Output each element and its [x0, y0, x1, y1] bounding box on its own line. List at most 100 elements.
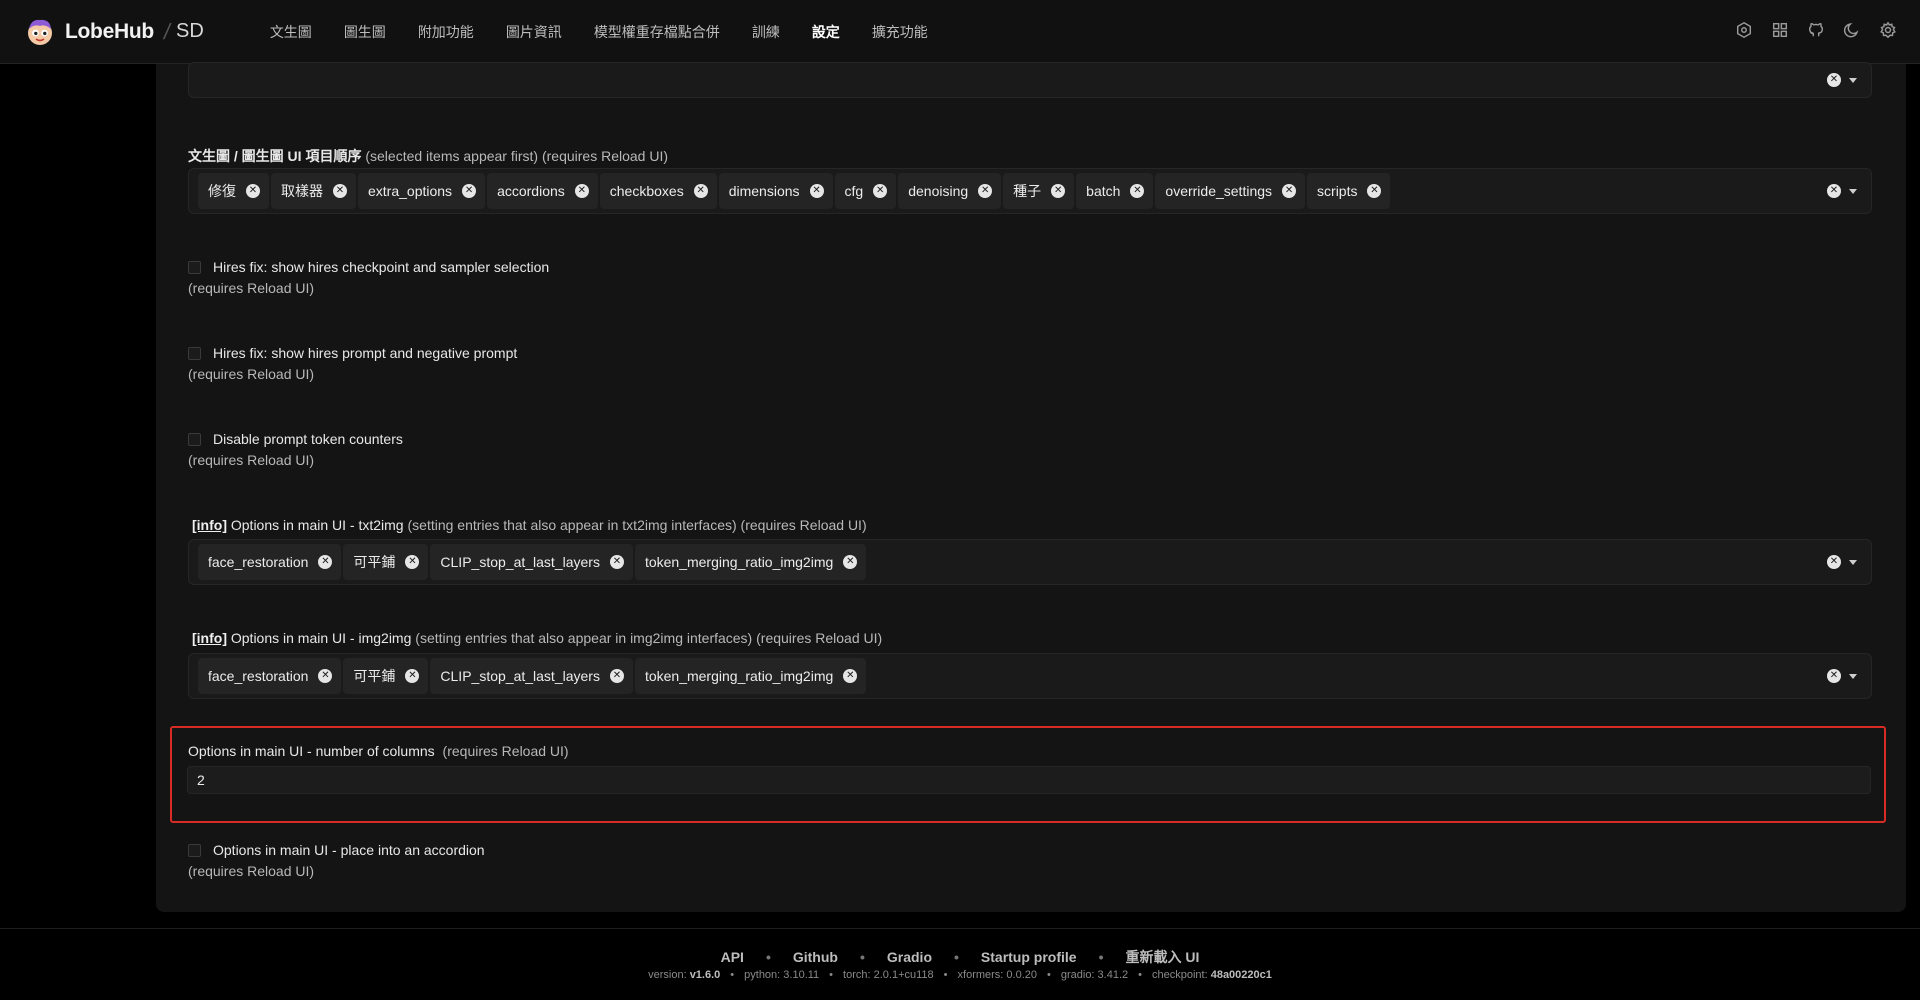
- hires-checkpoint-checkbox[interactable]: [188, 260, 201, 274]
- img2img-options-label: [info] Options in main UI - img2img (set…: [192, 630, 883, 646]
- footer-link-startup-profile[interactable]: Startup profile: [981, 949, 1077, 965]
- chip-tiling: 可平鋪 ✕: [343, 544, 429, 580]
- chip-dimensions: dimensions ✕: [718, 173, 833, 209]
- chip-token-merging: token_merging_ratio_img2img ✕: [634, 658, 867, 694]
- txt2img-options-label: [info] Options in main UI - txt2img (set…: [192, 517, 867, 533]
- chip-seed: 種子 ✕: [1003, 173, 1075, 209]
- hires-prompt-row[interactable]: Hires fix: show hires prompt and negativ…: [188, 345, 517, 361]
- remove-chip-icon[interactable]: ✕: [843, 669, 858, 683]
- hexagon-icon[interactable]: [1734, 20, 1754, 40]
- footer-meta: version: v1.6.0 • python: 3.10.11 • torch: 2…: [648, 969, 1272, 981]
- chip-accordions: accordions ✕: [487, 173, 598, 209]
- remove-chip-icon[interactable]: ✕: [462, 184, 477, 198]
- main-tabs: 文生圖 圖生圖 附加功能 圖片資訊 模型權重存檔點合併 訓練 設定 擴充功能: [254, 0, 944, 64]
- remove-chip-icon[interactable]: ✕: [405, 555, 420, 569]
- remove-chip-icon[interactable]: ✕: [318, 669, 333, 683]
- disable-token-label: Disable prompt token counters: [213, 431, 403, 447]
- github-icon[interactable]: [1806, 20, 1826, 40]
- accordion-label: Options in main UI - place into an accor…: [213, 842, 485, 858]
- chip-token-merging: token_merging_ratio_img2img ✕: [634, 544, 867, 580]
- remove-chip-icon[interactable]: ✕: [873, 184, 888, 198]
- clear-icon[interactable]: ✕: [1827, 184, 1841, 198]
- tab-txt2img[interactable]: 文生圖: [254, 0, 328, 64]
- accordion-checkbox[interactable]: [188, 843, 201, 857]
- txt2img-options-multiselect[interactable]: face_restoration ✕ 可平鋪 ✕ CLIP_stop_at_last…: [188, 539, 1872, 585]
- disable-token-row[interactable]: Disable prompt token counters: [188, 431, 403, 447]
- top-header: LobeHub / SD 文生圖 圖生圖 附加功能 圖片資訊 模型權重存檔點合併…: [0, 0, 1920, 64]
- footer-link-api[interactable]: API: [721, 949, 744, 965]
- remove-chip-icon[interactable]: ✕: [1051, 184, 1066, 198]
- chip-face-restoration: face_restoration ✕: [198, 658, 342, 694]
- chip-restore: 修復 ✕: [198, 173, 269, 209]
- info-link[interactable]: [info]: [192, 517, 227, 533]
- chip-batch: batch ✕: [1076, 173, 1154, 209]
- accordion-note: (requires Reload UI): [188, 863, 315, 879]
- brand-name: LobeHub: [65, 19, 154, 43]
- remove-chip-icon[interactable]: ✕: [1130, 184, 1145, 198]
- version-value: v1.6.0: [689, 969, 721, 981]
- tab-img2img[interactable]: 圖生圖: [328, 0, 402, 64]
- remove-chip-icon[interactable]: ✕: [574, 184, 589, 198]
- clear-icon[interactable]: ✕: [1827, 555, 1841, 569]
- chevron-down-icon[interactable]: [1849, 188, 1857, 194]
- chip-tiling: 可平鋪 ✕: [343, 658, 429, 694]
- remove-chip-icon[interactable]: ✕: [693, 184, 708, 198]
- partial-dropdown[interactable]: ✕: [188, 62, 1872, 98]
- footer-link-reload-ui[interactable]: 重新載入 UI: [1125, 949, 1199, 965]
- logo[interactable]: LobeHub / SD: [25, 17, 204, 47]
- remove-chip-icon[interactable]: ✕: [978, 184, 993, 198]
- remove-chip-icon[interactable]: ✕: [609, 555, 624, 569]
- tab-checkpoint-merger[interactable]: 模型權重存檔點合併: [578, 0, 736, 64]
- footer-link-gradio[interactable]: Gradio: [887, 949, 932, 965]
- brand-separator: /: [161, 18, 173, 44]
- disable-token-note: (requires Reload UI): [188, 452, 315, 468]
- chip-clip-stop: CLIP_stop_at_last_layers ✕: [430, 658, 633, 694]
- checkpoint-value: 48a00220c1: [1210, 969, 1272, 981]
- remove-chip-icon[interactable]: ✕: [1282, 184, 1297, 198]
- clear-icon[interactable]: ✕: [1827, 73, 1841, 87]
- chevron-down-icon[interactable]: [1849, 673, 1857, 679]
- footer-link-github[interactable]: Github: [793, 949, 838, 965]
- disable-token-checkbox[interactable]: [188, 432, 201, 446]
- columns-number-input[interactable]: 2: [187, 766, 1871, 794]
- grid-icon[interactable]: [1770, 20, 1790, 40]
- chevron-down-icon[interactable]: [1849, 77, 1857, 83]
- tab-settings[interactable]: 設定: [795, 0, 856, 64]
- remove-chip-icon[interactable]: ✕: [843, 555, 858, 569]
- img2img-options-multiselect[interactable]: face_restoration ✕ 可平鋪 ✕ CLIP_stop_at_last…: [188, 653, 1872, 699]
- clear-icon[interactable]: ✕: [1827, 669, 1841, 683]
- tab-extras[interactable]: 附加功能: [402, 0, 490, 64]
- tab-extensions[interactable]: 擴充功能: [856, 0, 944, 64]
- remove-chip-icon[interactable]: ✕: [809, 184, 824, 198]
- chip-denoising: denoising ✕: [898, 173, 1002, 209]
- remove-chip-icon[interactable]: ✕: [1367, 184, 1382, 198]
- hires-checkpoint-note: (requires Reload UI): [188, 280, 315, 296]
- tab-train[interactable]: 訓練: [736, 0, 796, 64]
- accordion-row[interactable]: Options in main UI - place into an accor…: [188, 842, 485, 858]
- gear-icon[interactable]: [1878, 20, 1898, 40]
- ui-order-multiselect[interactable]: 修復 ✕ 取樣器 ✕ extra_options ✕ accordions ✕ chec…: [188, 168, 1872, 214]
- chip-checkboxes: checkboxes ✕: [599, 173, 717, 209]
- moon-icon[interactable]: [1842, 20, 1862, 40]
- ui-order-label: 文生圖 / 圖生圖 UI 項目順序 (selected items appear…: [188, 148, 669, 164]
- hires-prompt-label: Hires fix: show hires prompt and negativ…: [213, 345, 518, 361]
- hires-prompt-checkbox[interactable]: [188, 346, 201, 360]
- chip-cfg: cfg ✕: [834, 173, 897, 209]
- hires-checkpoint-row[interactable]: Hires fix: show hires checkpoint and sam…: [188, 259, 549, 275]
- chip-override-settings: override_settings ✕: [1155, 173, 1306, 209]
- remove-chip-icon[interactable]: ✕: [333, 184, 347, 198]
- brand-sub: SD: [176, 20, 204, 42]
- remove-chip-icon[interactable]: ✕: [246, 184, 260, 198]
- tab-png-info[interactable]: 圖片資訊: [490, 0, 578, 64]
- remove-chip-icon[interactable]: ✕: [609, 669, 624, 683]
- hires-checkpoint-label: Hires fix: show hires checkpoint and sam…: [213, 259, 550, 275]
- footer-links: API • Github • Gradio • Startup profile • 重新載入 U…: [720, 949, 1200, 965]
- chevron-down-icon[interactable]: [1849, 559, 1857, 565]
- chip-face-restoration: face_restoration ✕: [198, 544, 342, 580]
- chip-clip-stop: CLIP_stop_at_last_layers ✕: [430, 544, 633, 580]
- remove-chip-icon[interactable]: ✕: [405, 669, 420, 683]
- info-link[interactable]: [info]: [192, 630, 227, 646]
- chip-sampler: 取樣器 ✕: [271, 173, 356, 209]
- remove-chip-icon[interactable]: ✕: [318, 555, 333, 569]
- hires-prompt-note: (requires Reload UI): [188, 366, 315, 382]
